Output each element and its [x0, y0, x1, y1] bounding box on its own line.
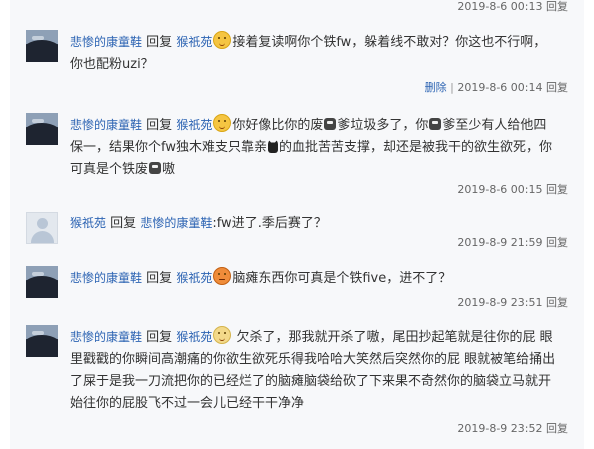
author-link[interactable]: 悲惨的康童鞋: [70, 35, 142, 49]
mask-icon: [324, 118, 337, 130]
devil-icon: [267, 139, 278, 153]
reply-verb: 回复: [146, 271, 173, 286]
author-link[interactable]: 猴祇苑: [70, 216, 106, 230]
angry-emoji-icon: [213, 267, 232, 285]
author-link[interactable]: 悲惨的康童鞋: [70, 118, 142, 132]
comment-text-part: 嗷: [162, 162, 176, 177]
avatar[interactable]: [26, 113, 58, 145]
reply-link[interactable]: 回复: [546, 422, 568, 435]
comment-text: :fw进了.季后赛了？: [212, 216, 327, 231]
target-user-link[interactable]: 猴祇苑: [176, 330, 212, 344]
smirk-emoji-icon: [213, 114, 232, 132]
author-link[interactable]: 悲惨的康童鞋: [70, 330, 142, 344]
comment-text: 接着复读啊你个铁fw，躲着线不敢对？你这也不行啊，你也配粉uzi？: [70, 35, 547, 72]
separator: |: [450, 81, 454, 94]
comment-body: 猴祇苑 回复 悲惨的康童鞋:fw进了.季后赛了？: [70, 212, 556, 235]
reply-verb: 回复: [146, 118, 173, 133]
comment-meta: 2019-8-6 00:13 回复: [457, 0, 568, 14]
comment-body: 悲惨的康童鞋 回复 猴祇苑 欠杀了，那我就开杀了嗷，尾田抄起笔就是往你的屁 眼里…: [70, 326, 556, 415]
smirk-emoji-icon: [213, 31, 232, 49]
comment-meta: 2019-8-9 21:59 回复: [457, 236, 568, 250]
reply-link[interactable]: 回复: [546, 296, 568, 309]
comment-text: 脑瘫东西你可真是个铁five，进不了？: [232, 271, 452, 286]
comment-text-part: 爹垃圾多了，你: [337, 118, 429, 133]
comment-meta: 2019-8-9 23:51 回复: [457, 296, 568, 310]
comment-meta: 删除 | 2019-8-6 00:14 回复: [425, 81, 568, 95]
target-user-link[interactable]: 悲惨的康童鞋: [140, 216, 212, 230]
comment-timestamp: 2019-8-6 00:13: [457, 0, 543, 13]
avatar[interactable]: [26, 212, 58, 244]
mask-icon: [149, 162, 162, 174]
comment-text: 欠杀了，那我就开杀了嗷，尾田抄起笔就是往你的屁 眼里戳戳的你瞬间高潮痛的你欲生欲…: [70, 330, 556, 411]
avatar[interactable]: [26, 325, 58, 357]
comment-item: 悲惨的康童鞋 回复 猴祇苑 你好像比你的废 爹垃圾多了，你 爹至少有人给他四保一，结果…: [26, 113, 560, 181]
reply-verb: 回复: [146, 35, 173, 50]
avatar[interactable]: [26, 266, 58, 298]
comment-timestamp: 2019-8-9 23:52: [457, 422, 543, 435]
reply-link[interactable]: 回复: [546, 183, 568, 196]
pale-emoji-icon: [213, 326, 232, 344]
reply-link[interactable]: 回复: [546, 81, 568, 94]
target-user-link[interactable]: 猴祇苑: [176, 35, 212, 49]
delete-link[interactable]: 删除: [425, 81, 447, 94]
comment-meta: 2019-8-6 00:15 回复: [457, 183, 568, 197]
target-user-link[interactable]: 猴祇苑: [176, 271, 212, 285]
comment-timestamp: 2019-8-9 21:59: [457, 236, 543, 249]
reply-link[interactable]: 回复: [546, 0, 568, 13]
comment-timestamp: 2019-8-6 00:15: [457, 183, 543, 196]
comment-body: 悲惨的康童鞋 回复 猴祇苑 你好像比你的废 爹垃圾多了，你 爹至少有人给他四保一，结果…: [70, 114, 556, 181]
avatar[interactable]: [26, 30, 58, 62]
comment-timestamp: 2019-8-6 00:14: [457, 81, 543, 94]
comment-meta: 2019-8-9 23:52 回复: [457, 422, 568, 436]
reply-verb: 回复: [110, 216, 137, 231]
target-user-link[interactable]: 猴祇苑: [176, 118, 212, 132]
comment-body: 悲惨的康童鞋 回复 猴祇苑 脑瘫东西你可真是个铁five，进不了？: [70, 267, 556, 290]
comment-timestamp: 2019-8-9 23:51: [457, 296, 543, 309]
mask-icon: [429, 118, 442, 130]
reply-link[interactable]: 回复: [546, 236, 568, 249]
comment-body: 悲惨的康童鞋 回复 猴祇苑 接着复读啊你个铁fw，躲着线不敢对？你这也不行啊，你也…: [70, 31, 556, 76]
author-link[interactable]: 悲惨的康童鞋: [70, 271, 142, 285]
comment-item: 悲惨的康童鞋 回复 猴祇苑 接着复读啊你个铁fw，躲着线不敢对？你这也不行啊，你也…: [26, 30, 560, 80]
reply-verb: 回复: [146, 330, 173, 345]
comment-item: 悲惨的康童鞋 回复 猴祇苑 欠杀了，那我就开杀了嗷，尾田抄起笔就是往你的屁 眼里…: [26, 325, 560, 415]
comment-item: 悲惨的康童鞋 回复 猴祇苑 脑瘫东西你可真是个铁five，进不了？: [26, 266, 560, 300]
comment-text-part: 你好像比你的废: [232, 118, 324, 133]
